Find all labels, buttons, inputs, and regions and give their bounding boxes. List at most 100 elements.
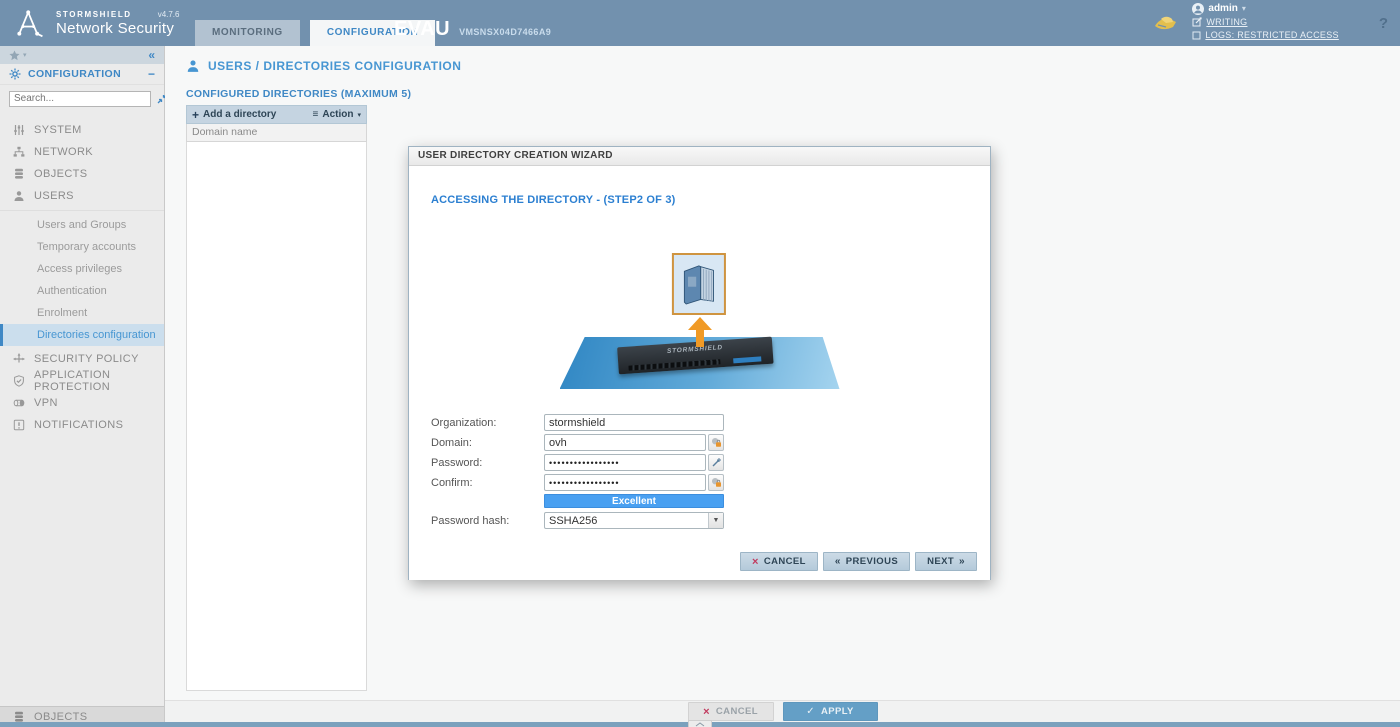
edit-icon (1192, 17, 1202, 27)
password-row: Password: (431, 454, 724, 471)
user-directory-creation-wizard-dialog: USER DIRECTORY CREATION WIZARD ACCESSING… (408, 146, 991, 580)
wizard-form: Organization: Domain: Password: (431, 414, 724, 532)
sidebar-item-label: SYSTEM (34, 124, 82, 136)
shield-icon (13, 375, 25, 387)
password-hash-row: Password hash: SSHA256 ▼ (431, 512, 724, 529)
chevron-down-icon: ▾ (357, 111, 361, 119)
wizard-buttons: × CANCEL « PREVIOUS NEXT » (740, 552, 977, 571)
sliders-icon (13, 124, 25, 136)
wizard-next-label: NEXT (927, 556, 954, 567)
column-header-domain-name[interactable]: Domain name (186, 124, 367, 142)
footer-cancel-label: CANCEL (716, 706, 758, 717)
sidebar-collapse-button[interactable]: « (148, 48, 155, 62)
sidebar-item-directories-configuration[interactable]: Directories configuration (0, 324, 164, 346)
wizard-previous-label: PREVIOUS (846, 556, 898, 567)
brand-version: v4.7.6 (158, 11, 180, 19)
sidebar-item-users[interactable]: USERS (0, 185, 164, 207)
stormshield-logo: STORMSHIELD v4.7.6 Network Security (0, 7, 185, 39)
domain-label: Domain: (431, 437, 544, 449)
directory-book-icon (671, 253, 725, 315)
user-menu[interactable]: admin ▾ (1192, 3, 1338, 15)
password-hash-value: SSHA256 (545, 513, 708, 528)
logs-access-link[interactable]: LOGS: RESTRICTED ACCESS (1192, 29, 1338, 41)
sidebar-item-security-policy[interactable]: SECURITY POLICY (0, 348, 164, 370)
section-minimize-button[interactable]: − (148, 67, 155, 81)
user-block: admin ▾ WRITING LOGS: RESTRICTED ACCESS (1192, 3, 1338, 41)
alert-icon (13, 419, 25, 431)
confirm-field[interactable] (544, 474, 706, 491)
writing-label: WRITING (1206, 16, 1247, 28)
page-title-row: USERS / DIRECTORIES CONFIGURATION (165, 46, 1400, 73)
firewall-serial: VMSNSX04D7466A9 (459, 27, 551, 37)
wizard-cancel-button[interactable]: × CANCEL (740, 552, 818, 571)
sidebar-item-network[interactable]: NETWORK (0, 141, 164, 163)
sidebar-item-authentication[interactable]: Authentication (0, 280, 164, 302)
password-strength-bar: Excellent (544, 494, 724, 508)
footer-collapse-handle[interactable] (688, 720, 712, 727)
brand-product: Network Security (56, 21, 179, 36)
dialog-title[interactable]: USER DIRECTORY CREATION WIZARD (409, 147, 990, 166)
dialog-body: ACCESSING THE DIRECTORY - (STEP2 OF 3) S… (409, 166, 990, 580)
organization-field[interactable] (544, 414, 724, 431)
sidebar-item-enrolment[interactable]: Enrolment (0, 302, 164, 324)
add-directory-button[interactable]: + Add a directory (192, 108, 276, 122)
sidebar-item-vpn[interactable]: VPN (0, 392, 164, 414)
footer-apply-label: APPLY (821, 706, 854, 717)
sidebar-item-label: USERS (34, 190, 74, 202)
domain-field[interactable] (544, 434, 706, 451)
user-icon (13, 190, 25, 202)
sidebar-item-label: SECURITY POLICY (34, 353, 139, 365)
domain-row: Domain: (431, 434, 724, 451)
directories-list-empty[interactable] (186, 142, 367, 691)
sidebar-item-users-and-groups[interactable]: Users and Groups (0, 214, 164, 236)
sidebar: ▾ « CONFIGURATION − (0, 46, 165, 727)
sidebar-item-notifications[interactable]: NOTIFICATIONS (0, 414, 164, 436)
password-field[interactable] (544, 454, 706, 471)
help-icon[interactable]: ? (1379, 15, 1388, 32)
chevron-down-icon: ▼ (708, 513, 723, 528)
chevron-right-double-icon: » (959, 556, 965, 567)
sidebar-menu: SYSTEM NETWORK OBJECTS (0, 112, 164, 706)
top-bar: STORMSHIELD v4.7.6 Network Security MONI… (0, 0, 1400, 46)
sidebar-item-access-privileges[interactable]: Access privileges (0, 258, 164, 280)
panel-toolbar: + Add a directory ≡ Action ▾ (186, 105, 367, 124)
sidebar-item-application-protection[interactable]: APPLICATION PROTECTION (0, 370, 164, 392)
chevron-left-double-icon: « (835, 556, 841, 567)
page-title: USERS / DIRECTORIES CONFIGURATION (208, 59, 461, 73)
password-hash-select[interactable]: SSHA256 ▼ (544, 512, 724, 529)
wizard-next-button[interactable]: NEXT » (915, 552, 977, 571)
appliance-accent-strip (733, 356, 761, 363)
sidebar-item-temporary-accounts[interactable]: Temporary accounts (0, 236, 164, 258)
crossed-arrows-icon (13, 353, 25, 365)
confirm-label: Confirm: (431, 477, 544, 489)
configuration-section-label: CONFIGURATION (28, 68, 121, 80)
check-icon: ✓ (806, 706, 815, 717)
search-input[interactable] (9, 91, 151, 107)
arrow-up-icon (688, 317, 712, 347)
user-name: admin (1208, 3, 1237, 15)
tab-monitoring[interactable]: MONITORING (195, 20, 300, 46)
user-icon (186, 59, 200, 73)
writing-mode-link[interactable]: WRITING (1192, 16, 1338, 28)
support-icon[interactable] (1152, 13, 1178, 33)
organization-label: Organization: (431, 417, 544, 429)
footer-cancel-button[interactable]: × CANCEL (688, 702, 774, 721)
favorites-menu[interactable]: ▾ (9, 50, 27, 61)
topbar-right-cluster: admin ▾ WRITING LOGS: RESTRICTED ACCESS … (1152, 3, 1388, 41)
vpn-tunnel-icon (13, 397, 25, 409)
sidebar-item-system[interactable]: SYSTEM (0, 119, 164, 141)
action-menu-button[interactable]: ≡ Action ▾ (313, 109, 361, 120)
password-label: Password: (431, 457, 544, 469)
footer-apply-button[interactable]: ✓ APPLY (783, 702, 878, 721)
organization-row: Organization: (431, 414, 724, 431)
favorites-row: ▾ « (0, 46, 164, 64)
logs-label: LOGS: RESTRICTED ACCESS (1205, 29, 1338, 41)
keyboard-lock-icon[interactable] (708, 434, 724, 451)
gear-icon (9, 68, 21, 80)
apply-footer-bar: × CANCEL ✓ APPLY (165, 700, 1400, 722)
sidebar-item-objects[interactable]: OBJECTS (0, 163, 164, 185)
users-submenu: Users and Groups Temporary accounts Acce… (0, 210, 164, 346)
wizard-previous-button[interactable]: « PREVIOUS (823, 552, 910, 571)
keyboard-lock-icon[interactable] (708, 474, 724, 491)
password-generator-wand-icon[interactable] (708, 454, 724, 471)
